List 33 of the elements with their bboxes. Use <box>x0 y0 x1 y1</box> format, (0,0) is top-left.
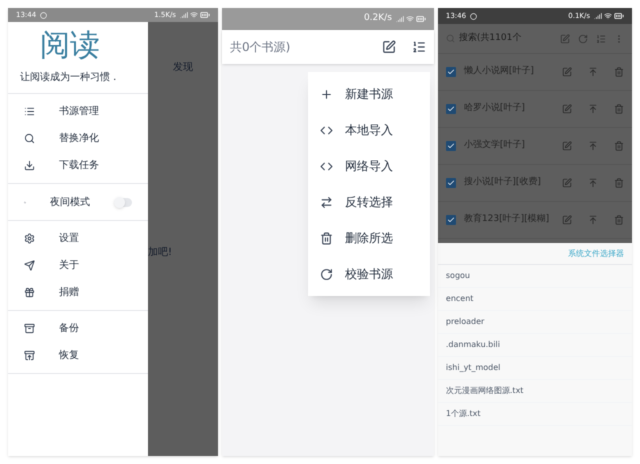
file-item[interactable]: preloader <box>438 311 632 334</box>
menu-item[interactable]: 校验书源 <box>308 256 430 292</box>
search-placeholder: 搜索(共1101个 <box>458 32 522 45</box>
toolbar-title: 共0个书源) <box>230 39 292 56</box>
file-item[interactable]: 1个源.txt <box>438 403 632 426</box>
network-speed: 0.2K/s <box>364 12 392 26</box>
drawer-menu-item[interactable]: 备份 <box>8 315 148 342</box>
drawer-subtitle: 让阅读成为一种习惯 . <box>20 70 118 85</box>
empty-message: 加吧! <box>148 246 172 260</box>
menu-item[interactable]: 网络导入 <box>308 148 430 184</box>
drawer-menu-item[interactable]: 替换净化 <box>8 125 148 152</box>
file-item[interactable]: 次元漫画网络图源.txt <box>438 380 632 403</box>
file-item[interactable]: encent <box>438 288 632 311</box>
source-name: 搜小说[叶子][收费] <box>464 176 542 190</box>
drawer-menu-item[interactable]: 关于 <box>8 252 148 279</box>
source-name: 哈罗小说[叶子] <box>464 102 526 116</box>
menu-label: 夜间模式 <box>50 196 90 210</box>
menu-item[interactable]: 反转选择 <box>308 184 430 220</box>
drawer-menu-item[interactable]: 捐赠 <box>8 279 148 306</box>
drawer-menu-item[interactable]: 书源管理 <box>8 98 148 125</box>
drawer-menu-item[interactable]: 恢复 <box>8 342 148 369</box>
app-logo-title: 阅读 <box>39 27 101 65</box>
source-name: 小强文学[叶子] <box>464 139 526 152</box>
source-name: 懒人小说网[叶子] <box>464 65 535 78</box>
file-item[interactable]: sogou <box>438 265 632 288</box>
drawer-menu-item[interactable]: 设置 <box>8 225 148 252</box>
menu-item[interactable]: 新建书源 <box>308 76 430 112</box>
menu-item[interactable]: 删除所选 <box>308 220 430 256</box>
file-item[interactable]: .danmaku.bili <box>438 334 632 357</box>
menu-item[interactable]: 本地导入 <box>308 112 430 148</box>
drawer-menu-item[interactable]: 下载任务 <box>8 152 148 179</box>
file-item[interactable]: ishi_yt_model <box>438 357 632 380</box>
source-name: 教育123[叶子][模糊] <box>464 213 550 226</box>
